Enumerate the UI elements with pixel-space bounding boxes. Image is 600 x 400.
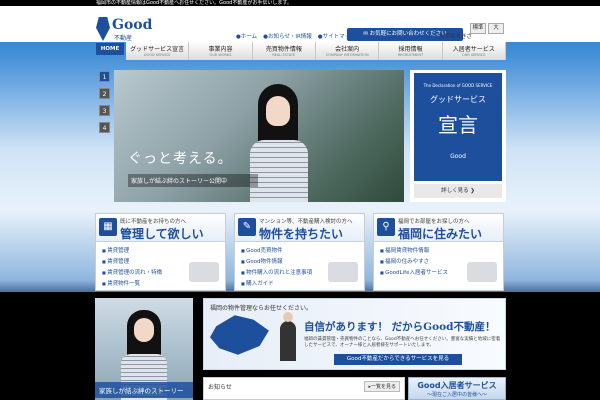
hero-slide[interactable]: ぐっと考える。 家族しが結ぶ絆のストーリー公開中 (114, 70, 404, 202)
banner-headline: 自信があります！ だからGood不動産！ (304, 321, 496, 333)
calculator-illustration (328, 262, 358, 282)
nav-sublabel: GOOD SERVICE (143, 53, 171, 57)
declaration-jp2: 宣言 (438, 113, 478, 137)
story-caption: 家族しが結ぶ絆のストーリー (95, 382, 193, 398)
slider-page-3[interactable]: 3 (99, 105, 110, 116)
story-promo[interactable]: 家族しが結ぶ絆のストーリー (95, 298, 193, 400)
declaration-en: The Declaration of GOOD SERVICE (423, 83, 493, 88)
nav-real-estate[interactable]: 売買物件情報 REAL ESTATE (252, 42, 316, 60)
logo-sub: 不動産 (114, 35, 133, 42)
key-illustration (189, 262, 219, 282)
home-button[interactable]: HOME (96, 43, 124, 55)
nav-sublabel: OUR SERVICE (461, 53, 486, 57)
declaration-panel[interactable]: The Declaration of GOOD SERVICE グッドサービス … (414, 73, 502, 181)
card-link[interactable]: 賃貸管理 (102, 246, 219, 254)
resident-title: Good入居者サービス (417, 381, 497, 390)
service-cards: ▦ 既に不動産をお持ちの方へ 管理して欲しい 賃貸管理 賃貸管理 賃貸管理の流れ… (95, 213, 504, 291)
news-box: お知らせ ▸一覧を見る (203, 377, 405, 400)
building-icon: ▦ (99, 218, 117, 236)
chat-icon: ✎ (238, 218, 256, 236)
nav-our-works[interactable]: 事業内容 OUR WORKS (189, 42, 253, 60)
nav-sublabel: OUR WORKS (209, 53, 232, 57)
font-size-large-button[interactable]: 大 (488, 23, 504, 34)
banner-body: 福岡の賃貸管理・売買物件のことなら、Good不動産へお任せください。豊富な実績と… (304, 337, 501, 348)
card-sub: 既に不動産をお持ちの方へ (120, 219, 187, 225)
fukuoka-map-icon (210, 315, 269, 355)
nav-label: 入居者サービス (452, 46, 495, 53)
slider-page-2[interactable]: 2 (99, 88, 110, 99)
banner-lead: 福岡の物件管理ならお任せください。 (210, 305, 313, 312)
nav-label: グッドサービス宣言 (130, 46, 185, 53)
card-live: ⚲ 福岡でお部屋をお探しの方へ 福岡に住みたい 福岡賃貸物件情報 福岡の住みやす… (373, 213, 504, 291)
util-link-news[interactable]: ●お知らせ・IR情報 (263, 32, 312, 40)
card-title: 管理して欲しい (120, 227, 204, 241)
card-sub: マンション等、不動産購入検討の方へ (259, 219, 353, 225)
logo[interactable]: Good 不動産 (96, 17, 152, 43)
card-header[interactable]: ▦ 既に不動産をお持ちの方へ 管理して欲しい (96, 214, 225, 242)
card-title: 福岡に住みたい (398, 227, 483, 241)
nav-sublabel: REAL ESTATE (272, 53, 296, 57)
utility-links: ●ホーム ●お知らせ・IR情報 ●サイトマップ (236, 32, 356, 40)
card-header[interactable]: ⚲ 福岡でお部屋をお探しの方へ 福岡に住みたい (374, 214, 503, 242)
card-link[interactable]: Good売買物件 (241, 246, 358, 254)
logo-word: Good (112, 17, 153, 33)
font-size-normal-button[interactable]: 標準 (470, 23, 486, 34)
nav-label: 会社案内 (335, 46, 360, 53)
logo-mark-icon (96, 17, 110, 41)
declaration-logo: Good (450, 153, 466, 160)
nav-company[interactable]: 会社案内 COMPANY INFORMATION (315, 42, 380, 60)
card-purchase: ✎ マンション等、不動産購入検討の方へ 物件を持ちたい Good売買物件 Goo… (234, 213, 365, 291)
card-link[interactable]: 福岡賃貸物件情報 (380, 246, 497, 254)
card-sub: 福岡でお部屋をお探しの方へ (398, 219, 470, 225)
house-illustration (467, 262, 497, 282)
search-icon: ⚲ (377, 218, 395, 236)
news-label: お知らせ (208, 384, 232, 391)
card-header[interactable]: ✎ マンション等、不動産購入検討の方へ 物件を持ちたい (235, 214, 364, 242)
nav-label: 採用情報 (398, 46, 423, 53)
global-nav: グッドサービス宣言 GOOD SERVICE 事業内容 OUR WORKS 売買物件… (126, 42, 506, 60)
resident-sub: 〜現在ご入居中の皆様へ〜 (426, 392, 487, 398)
slider-page-1[interactable]: 1 (99, 71, 110, 82)
staff-image (280, 312, 296, 361)
nav-label: 事業内容 (208, 46, 233, 53)
card-management: ▦ 既に不動産をお持ちの方へ 管理して欲しい 賃貸管理 賃貸管理 賃貸管理の流れ… (95, 213, 226, 291)
nav-recruitment[interactable]: 採用情報 RECRUITMENT (379, 42, 443, 60)
font-size-label: 文字の大きさ (439, 34, 473, 40)
declaration-more-button[interactable]: 詳しく見る ❯ (414, 184, 502, 198)
declaration-box: The Declaration of GOOD SERVICE グッドサービス … (410, 70, 506, 202)
header: Good 不動産 ●ホーム ●お知らせ・IR情報 ●サイトマップ ✉ お気軽にお… (0, 6, 600, 42)
banner-button[interactable]: Good不動産だからできるサービスを見る (334, 354, 462, 365)
nav-label: 売買物件情報 (265, 46, 302, 53)
nav-good-service[interactable]: グッドサービス宣言 GOOD SERVICE (126, 42, 190, 60)
hero-catch: ぐっと考える。 (128, 151, 233, 167)
util-link-home[interactable]: ●ホーム (236, 32, 257, 40)
slider-page-4[interactable]: 4 (99, 122, 110, 133)
hero-sub: 家族しが結ぶ絆のストーリー公開中 (128, 174, 258, 187)
nav-resident-service[interactable]: 入居者サービス OUR SERVICE (442, 42, 506, 60)
card-title: 物件を持ちたい (259, 227, 344, 241)
nav-sublabel: RECRUITMENT (397, 53, 424, 57)
nav-sublabel: COMPANY INFORMATION (325, 53, 369, 57)
slider-pager: 1 2 3 4 (99, 71, 110, 133)
resident-service-banner[interactable]: Good入居者サービス 〜現在ご入居中の皆様へ〜 (408, 377, 506, 400)
news-list-button[interactable]: ▸一覧を見る (364, 381, 400, 392)
declaration-jp1: グッドサービス (430, 95, 486, 104)
management-banner: 福岡の物件管理ならお任せください。 自信があります！ だからGood不動産！ 福… (203, 298, 506, 370)
